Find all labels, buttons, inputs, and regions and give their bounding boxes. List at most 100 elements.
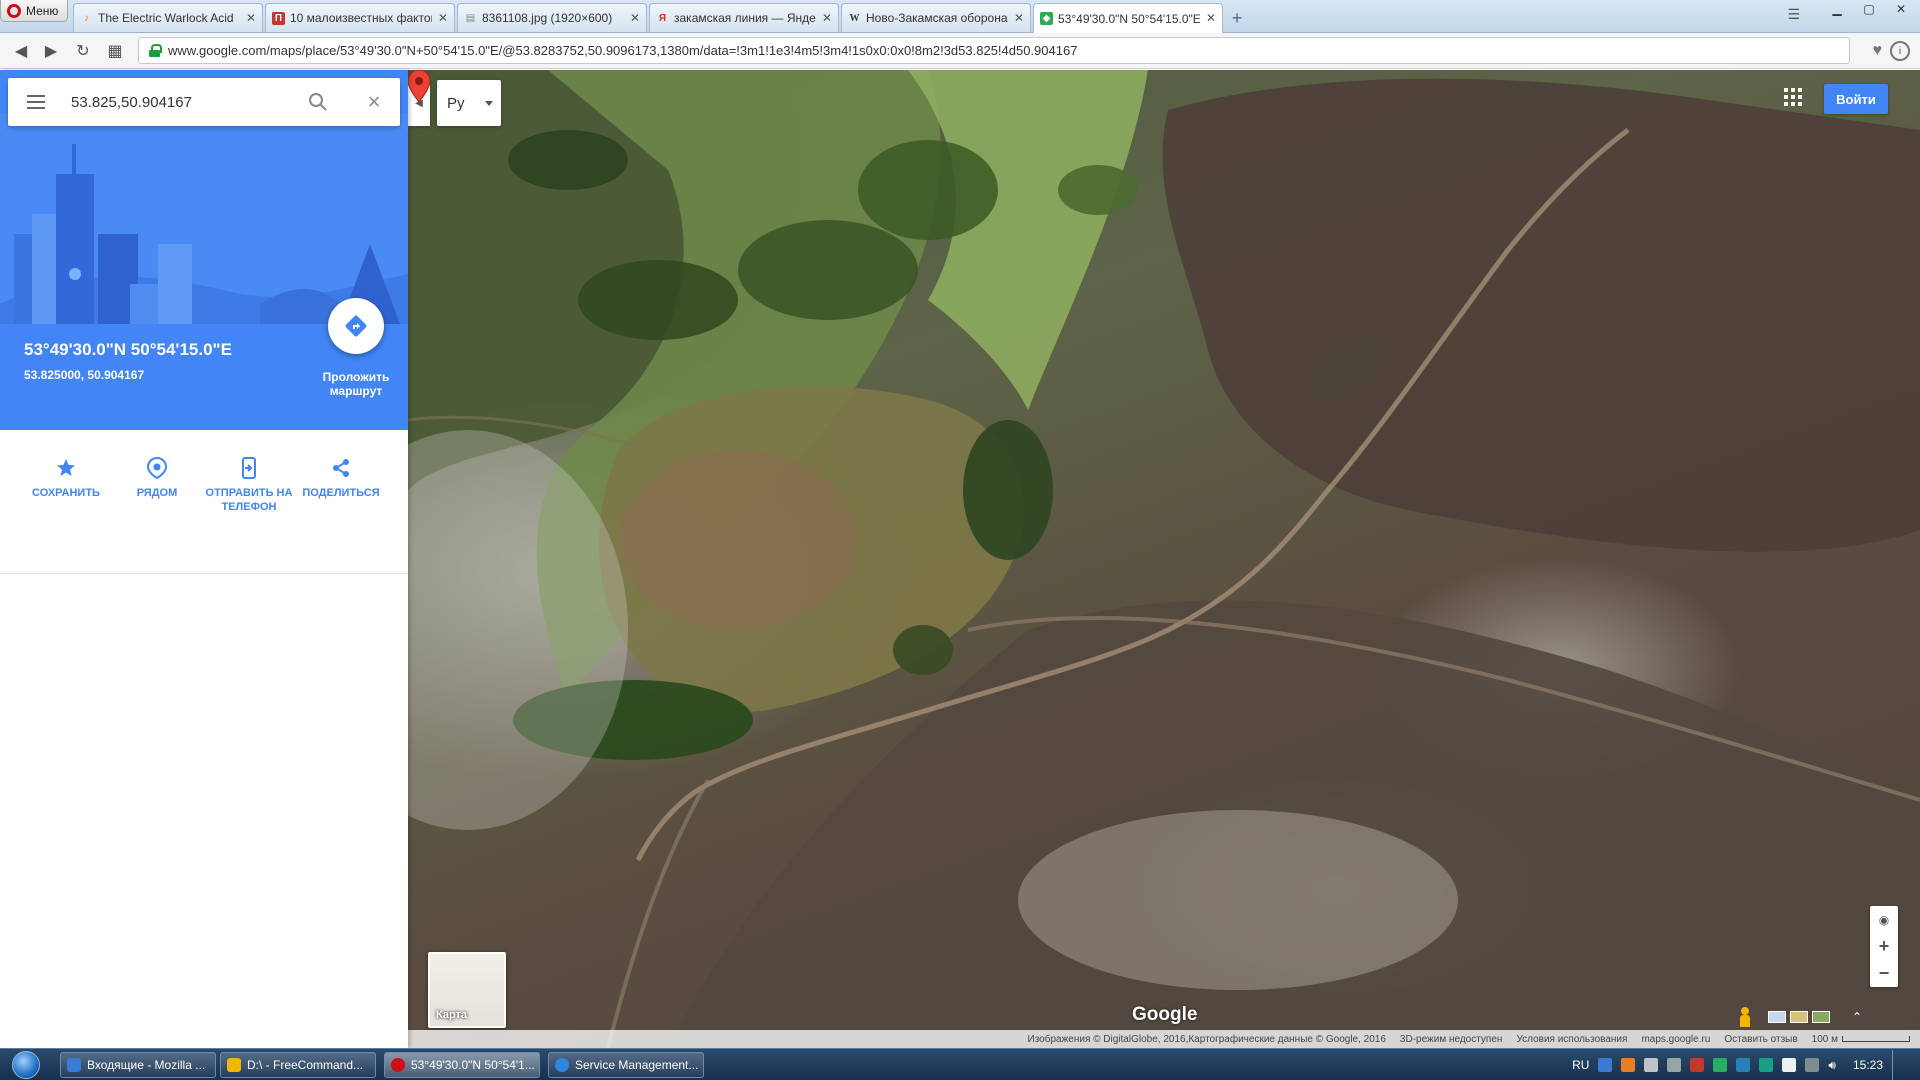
tray-app-icon[interactable] bbox=[1621, 1058, 1636, 1072]
star-icon bbox=[54, 456, 78, 480]
tray-app-icon[interactable] bbox=[1713, 1058, 1728, 1072]
imagery-thumbnail-icon[interactable] bbox=[1790, 1011, 1808, 1023]
maximize-icon[interactable]: ▢ bbox=[1854, 0, 1884, 18]
expand-up-icon[interactable]: ⌃ bbox=[1852, 1010, 1862, 1024]
back-arrow-icon[interactable]: ◀ bbox=[10, 41, 32, 61]
language-select[interactable]: Ру bbox=[437, 80, 501, 126]
place-hero bbox=[0, 70, 408, 466]
tab-close-icon[interactable]: ✕ bbox=[1206, 11, 1216, 25]
tab-close-icon[interactable]: ✕ bbox=[246, 11, 256, 25]
map-bottom-tools: ⌃ bbox=[1738, 1006, 1898, 1028]
tab-image[interactable]: ▤ 8361108.jpg (1920×600) ✕ bbox=[457, 3, 647, 32]
location-pin-icon[interactable] bbox=[408, 70, 430, 102]
taskbar-item-thunderbird[interactable]: Входящие - Mozilla ... bbox=[60, 1052, 216, 1078]
tab-title: 8361108.jpg (1920×600) bbox=[482, 11, 613, 25]
search-input[interactable] bbox=[71, 88, 301, 116]
image-file-favicon-icon: ▤ bbox=[465, 12, 476, 24]
opera-menu-label: Меню bbox=[26, 3, 59, 18]
music-favicon-icon: ♪ bbox=[84, 12, 89, 24]
save-label: СОХРАНИТЬ bbox=[32, 487, 100, 499]
maps-favicon-icon: ◆ bbox=[1040, 12, 1053, 25]
chevron-down-icon bbox=[485, 101, 493, 106]
city-illustration bbox=[0, 114, 408, 324]
tab-title: 10 малоизвестных фактов bbox=[290, 11, 432, 25]
new-tab-icon[interactable]: + bbox=[1225, 6, 1249, 30]
clock[interactable]: 15:23 bbox=[1853, 1058, 1883, 1072]
wikipedia-favicon-icon: W bbox=[849, 12, 860, 24]
tab-close-icon[interactable]: ✕ bbox=[822, 11, 832, 25]
show-desktop-button[interactable] bbox=[1892, 1050, 1904, 1080]
tray-app-icon[interactable] bbox=[1690, 1058, 1705, 1072]
clear-search-icon[interactable]: × bbox=[363, 91, 385, 113]
tab-electric-warlock[interactable]: ♪ The Electric Warlock Acid ✕ bbox=[73, 3, 263, 32]
search-icon[interactable] bbox=[308, 92, 328, 112]
pegman-street-view-icon[interactable] bbox=[1738, 1007, 1752, 1027]
tray-app-icon[interactable] bbox=[1736, 1058, 1751, 1072]
browser-tab-strip: Меню ♪ The Electric Warlock Acid ✕ П 10 … bbox=[0, 0, 1920, 33]
forward-arrow-icon[interactable]: ▶ bbox=[40, 41, 62, 61]
nearby-button[interactable]: РЯДОМ bbox=[111, 456, 203, 500]
imagery-thumbnail-icon[interactable] bbox=[1812, 1011, 1830, 1023]
directions-label[interactable]: Проложить маршрут bbox=[310, 370, 402, 398]
place-actions: СОХРАНИТЬ РЯДОМ ОТПРАВИТЬ НА ТЕЛЕФОН ПОД… bbox=[0, 430, 408, 574]
tab-close-icon[interactable]: ✕ bbox=[438, 11, 448, 25]
speed-dial-grid-icon[interactable]: ▦ bbox=[104, 41, 126, 61]
windows-logo-icon bbox=[12, 1051, 40, 1079]
map-type-toggle[interactable]: Карта bbox=[428, 952, 506, 1028]
share-button[interactable]: ПОДЕЛИТЬСЯ bbox=[295, 456, 387, 500]
satellite-imagery bbox=[408, 70, 1920, 1048]
window-controls: ▁ ▢ ✕ bbox=[1822, 0, 1916, 18]
tray-app-icon[interactable] bbox=[1667, 1058, 1682, 1072]
tab-close-icon[interactable]: ✕ bbox=[630, 11, 640, 25]
share-icon bbox=[329, 456, 353, 480]
sign-in-button[interactable]: Войти bbox=[1824, 84, 1888, 114]
close-window-icon[interactable]: ✕ bbox=[1886, 0, 1916, 18]
tab-close-icon[interactable]: ✕ bbox=[1014, 11, 1024, 25]
opera-menu-button[interactable]: Меню bbox=[0, 0, 68, 22]
tray-app-icon[interactable] bbox=[1598, 1058, 1613, 1072]
save-button[interactable]: СОХРАНИТЬ bbox=[20, 456, 112, 500]
opera-logo-icon bbox=[7, 3, 21, 18]
tab-title: закамская линия — Яндекс bbox=[674, 11, 816, 25]
send-to-phone-button[interactable]: ОТПРАВИТЬ НА ТЕЛЕФОН bbox=[203, 456, 295, 514]
input-language-indicator[interactable]: RU bbox=[1572, 1058, 1589, 1072]
tab-yandex[interactable]: Я закамская линия — Яндекс ✕ bbox=[649, 3, 839, 32]
taskbar-item-service-management[interactable]: Service Management... bbox=[548, 1052, 704, 1078]
minimize-icon[interactable]: ▁ bbox=[1822, 0, 1852, 18]
maps-domain-link[interactable]: maps.google.ru bbox=[1641, 1034, 1710, 1045]
taskbar-item-opera[interactable]: 53°49'30.0"N 50°54'1... bbox=[384, 1052, 540, 1078]
tray-app-icon[interactable] bbox=[1759, 1058, 1774, 1072]
action-center-flag-icon[interactable] bbox=[1782, 1058, 1797, 1072]
google-apps-grid-icon[interactable] bbox=[1784, 88, 1802, 106]
feedback-link[interactable]: Оставить отзыв bbox=[1724, 1034, 1797, 1045]
tab-wikipedia[interactable]: W Ново-Закамская оборона ✕ bbox=[841, 3, 1031, 32]
send-to-phone-label: ОТПРАВИТЬ НА ТЕЛЕФОН bbox=[205, 487, 293, 513]
reload-icon[interactable]: ↻ bbox=[72, 41, 94, 61]
taskbar-item-freecommander[interactable]: D:\ - FreeCommand... bbox=[220, 1052, 376, 1078]
opera-app-icon bbox=[391, 1058, 405, 1072]
url-field[interactable]: www.google.com/maps/place/53°49'30.0"N+5… bbox=[138, 37, 1850, 64]
tab-menu-icon[interactable]: ☰ bbox=[1787, 6, 1800, 23]
directions-button[interactable] bbox=[328, 298, 384, 354]
extension-icon[interactable]: i bbox=[1890, 41, 1910, 61]
my-location-icon[interactable]: ◉ bbox=[1870, 906, 1898, 933]
menu-icon[interactable] bbox=[27, 95, 45, 109]
imagery-thumbnail-icon[interactable] bbox=[1768, 1011, 1786, 1023]
tab-google-maps[interactable]: ◆ 53°49'30.0"N 50°54'15.0"E ✕ bbox=[1033, 3, 1223, 33]
satellite-map[interactable]: ◀ Ру Войти Google Карта ◉ + − ⌃ Изображе… bbox=[408, 70, 1920, 1048]
article-favicon-icon: П bbox=[272, 11, 285, 25]
volume-icon[interactable]: 🔊︎ bbox=[1828, 1058, 1836, 1073]
url-text: www.google.com/maps/place/53°49'30.0"N+5… bbox=[168, 43, 1078, 58]
zoom-in-button[interactable]: + bbox=[1870, 933, 1898, 960]
nearby-pin-icon bbox=[145, 456, 169, 480]
tab-facts[interactable]: П 10 малоизвестных фактов ✕ bbox=[265, 3, 455, 32]
terms-link[interactable]: Условия использования bbox=[1516, 1034, 1627, 1045]
bookmark-heart-icon[interactable]: ♥ bbox=[1873, 42, 1883, 60]
tray-app-icon[interactable] bbox=[1644, 1058, 1659, 1072]
system-tray: RU 🔊︎ 15:23 bbox=[1572, 1049, 1920, 1080]
secure-lock-icon bbox=[149, 44, 162, 57]
network-icon[interactable] bbox=[1805, 1058, 1820, 1072]
zoom-out-button[interactable]: − bbox=[1870, 960, 1898, 987]
start-button[interactable] bbox=[6, 1049, 46, 1080]
mail-app-icon bbox=[67, 1058, 81, 1072]
